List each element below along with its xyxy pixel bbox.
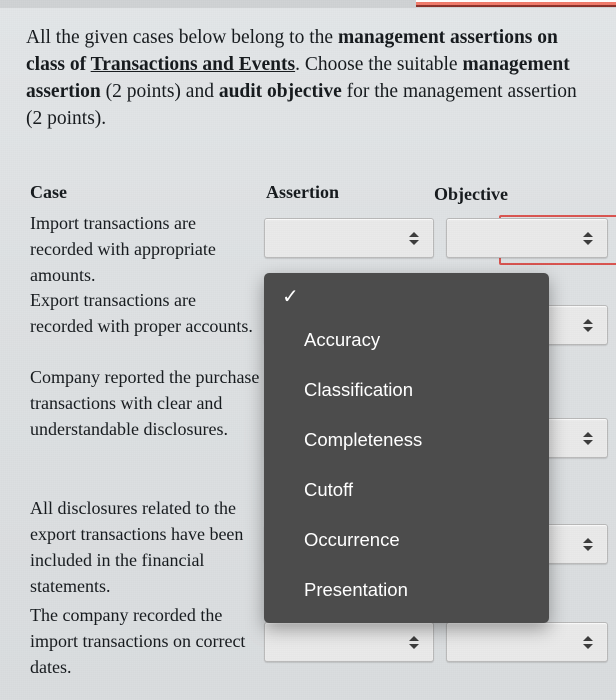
chevron-updown-icon (583, 316, 593, 334)
dropdown-option-accuracy[interactable]: Accuracy (264, 315, 549, 365)
case-text-5: The company recorded the import transact… (30, 605, 246, 677)
dropdown-option-blank[interactable]: ✓ (264, 279, 549, 315)
dropdown-option-occurrence[interactable]: Occurrence (264, 515, 549, 565)
case-text-2: Export transactions are recorded with pr… (30, 290, 253, 336)
column-header-case: Case (30, 182, 67, 202)
assertion-dropdown-menu[interactable]: ✓ Accuracy Classification Completeness C… (264, 273, 549, 623)
dropdown-option-label: Completeness (304, 429, 423, 450)
prompt-segment-1: All the given cases below belong to the (26, 27, 338, 48)
chevron-updown-icon (583, 229, 593, 247)
top-accent-highlight (416, 0, 616, 2)
prompt-segment-4: . Choose the suitable (295, 54, 463, 75)
case-text-4: All disclosures related to the export tr… (30, 498, 244, 596)
chevron-updown-icon (583, 535, 593, 553)
prompt-segment-3: Transactions and Events (90, 54, 296, 75)
dropdown-option-label: Occurrence (304, 529, 400, 550)
chevron-updown-icon (583, 429, 593, 447)
dropdown-option-completeness[interactable]: Completeness (264, 415, 549, 465)
assertion-select-1[interactable] (264, 215, 616, 265)
column-header-assertion: Assertion (266, 182, 339, 202)
chevron-updown-icon (409, 229, 419, 247)
column-header-objective: Objective (434, 184, 508, 204)
prompt-segment-7: audit objective (218, 81, 342, 102)
quiz-page: All the given cases below belong to the … (0, 0, 616, 700)
case-text-3: Company reported the purchase transactio… (30, 367, 260, 439)
chevron-updown-icon (409, 633, 419, 651)
check-icon: ✓ (282, 286, 299, 308)
dropdown-option-cutoff[interactable]: Cutoff (264, 465, 549, 515)
assertion-select-5[interactable] (264, 622, 434, 662)
dropdown-option-classification[interactable]: Classification (264, 365, 549, 415)
question-prompt: All the given cases below belong to the … (26, 24, 596, 132)
dropdown-option-label: Cutoff (304, 479, 354, 500)
objective-select-5[interactable] (446, 622, 608, 662)
dropdown-option-label: Classification (304, 379, 413, 400)
chevron-updown-icon (583, 633, 593, 651)
objective-select-1[interactable] (446, 218, 608, 258)
dropdown-option-presentation[interactable]: Presentation (264, 565, 549, 615)
prompt-segment-6: (2 points) and (100, 81, 219, 102)
case-text-1: Import transactions are recorded with ap… (30, 213, 216, 285)
dropdown-option-label: Presentation (304, 579, 408, 600)
dropdown-option-label: Accuracy (304, 329, 381, 350)
